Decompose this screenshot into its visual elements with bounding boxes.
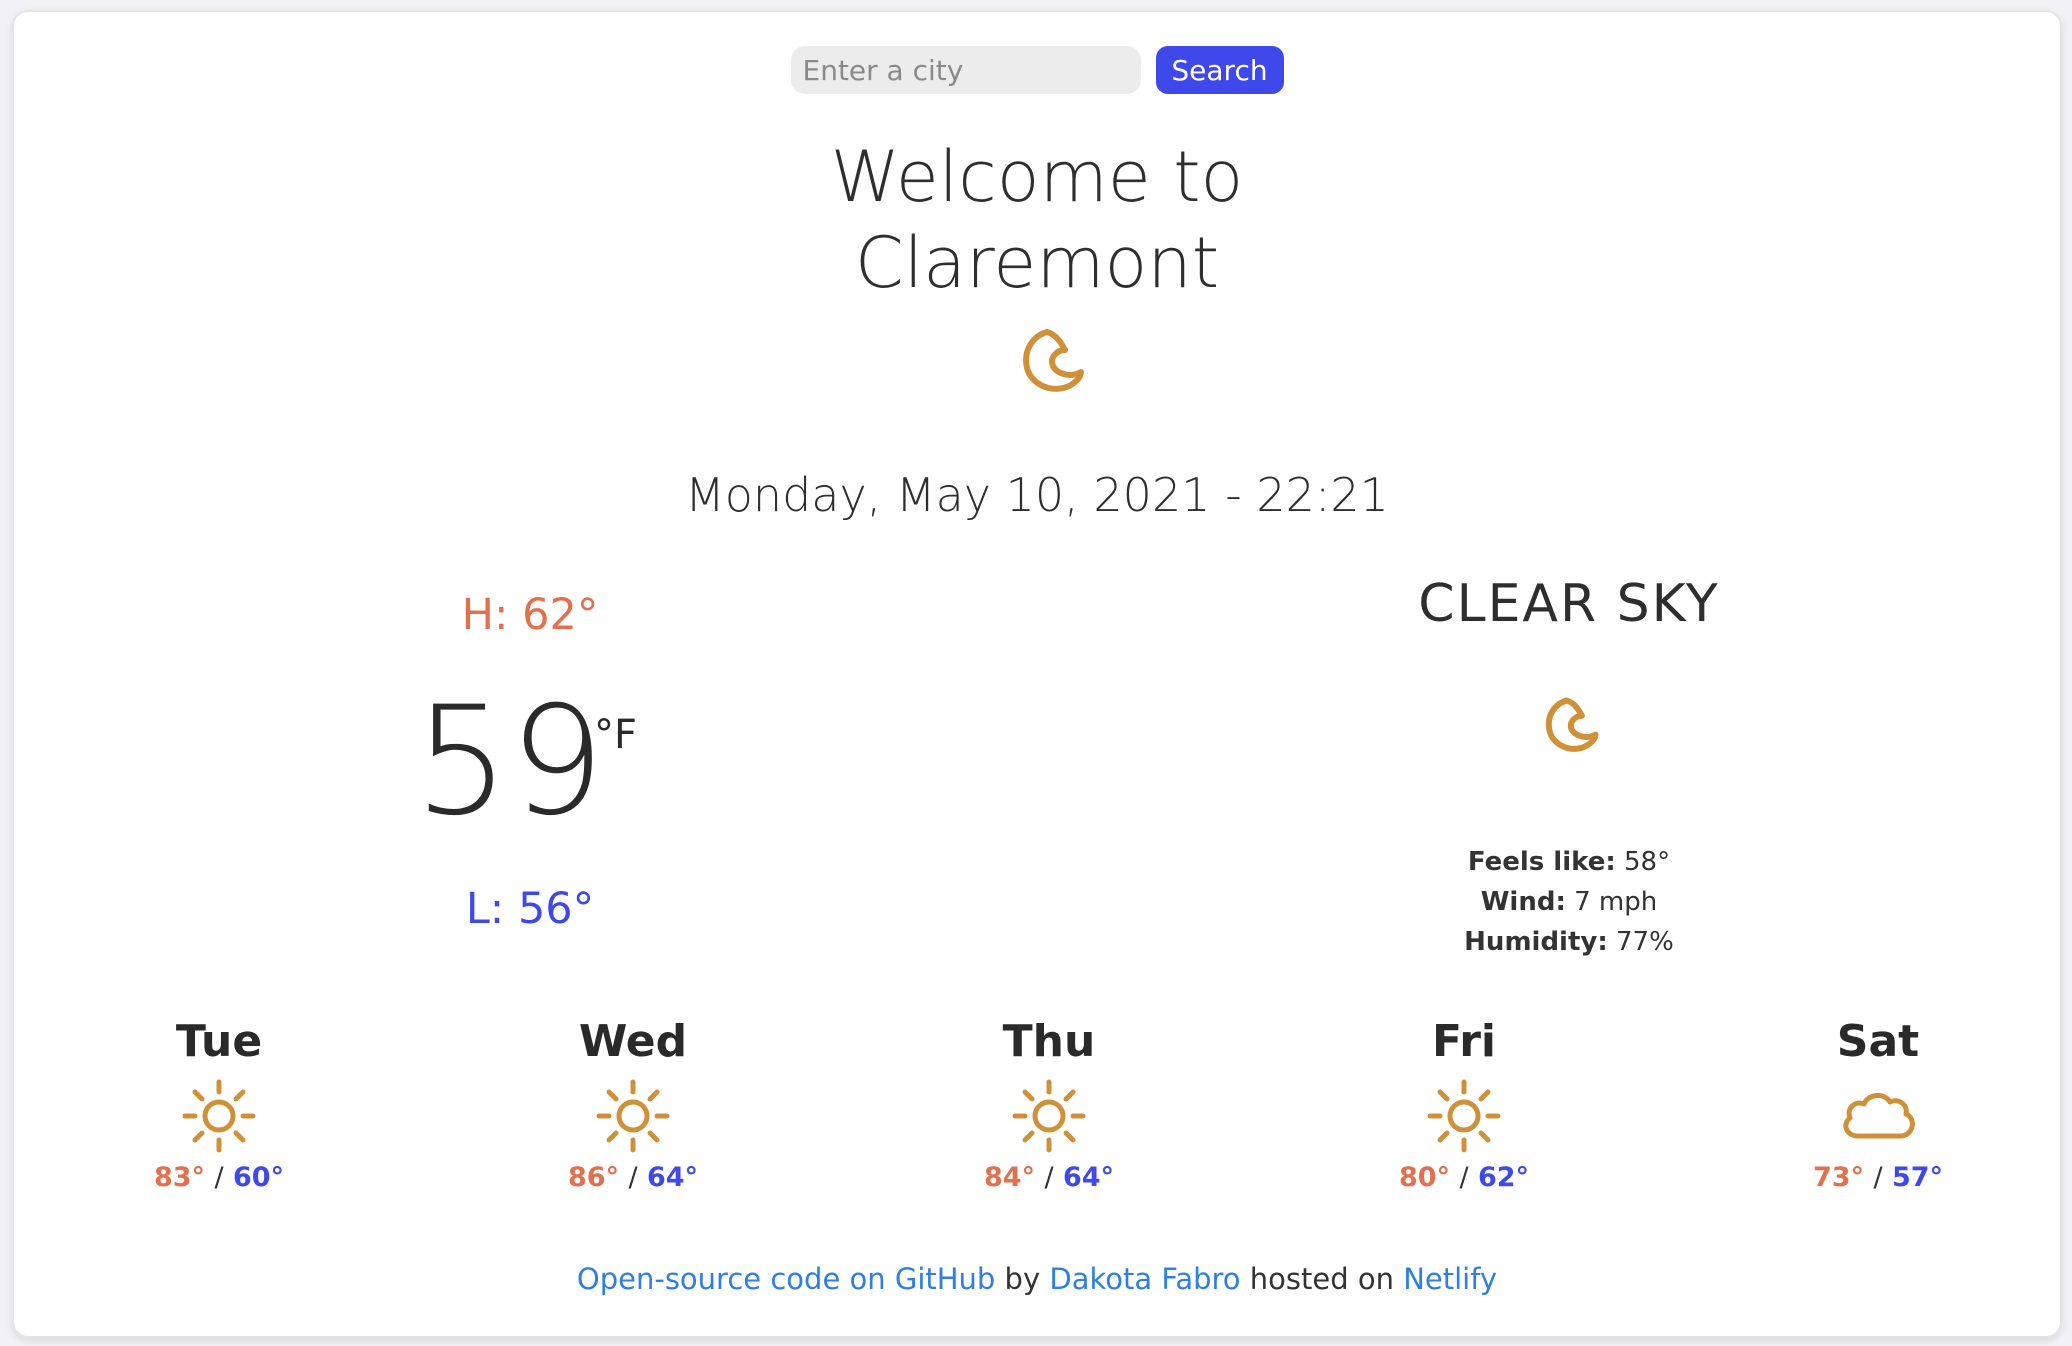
temperature-value: 59 (414, 675, 605, 849)
wind-row: Wind: 7 mph (1369, 882, 1769, 922)
forecast-temps: 73° / 57° (1778, 1162, 1978, 1193)
wind-label: Wind: (1480, 887, 1566, 917)
forecast-day: Fri 80° / 62° (1364, 1012, 1564, 1193)
weather-description: CLEAR SKY (1418, 574, 1720, 634)
forecast-temps: 86° / 64° (533, 1162, 733, 1193)
welcome-line: Welcome to (830, 136, 1244, 218)
forecast-separator: / (1873, 1162, 1883, 1193)
forecast-temps: 80° / 62° (1364, 1162, 1564, 1193)
forecast-high: 86° (567, 1162, 620, 1193)
sun-icon (182, 1079, 256, 1153)
footer-text-hosted: hosted on (1240, 1262, 1404, 1296)
moon-icon (1545, 697, 1599, 752)
forecast-day-name: Tue (175, 1016, 263, 1067)
feels-like-value: 58° (1624, 847, 1671, 877)
forecast-high: 84° (983, 1162, 1036, 1193)
forecast-day: Wed 86° / 64° (533, 1012, 733, 1193)
search-button[interactable]: Search (1155, 46, 1284, 94)
weather-details: Feels like: 58° Wind: 7 mph Humidity: 77… (1369, 842, 1769, 962)
high-temperature: H: 62° (461, 590, 599, 640)
humidity-row: Humidity: 77% (1369, 922, 1769, 962)
forecast-day: Thu 84° / 64° (949, 1012, 1149, 1193)
city-name: Claremont (854, 222, 1220, 304)
forecast-day: Sat 73° / 57° (1778, 1012, 1978, 1193)
forecast-day-name: Wed (578, 1016, 688, 1067)
search-form: Search (14, 46, 2060, 94)
forecast-separator: / (1459, 1162, 1469, 1193)
forecast-low: 62° (1477, 1162, 1530, 1193)
forecast-day-name: Thu (1002, 1016, 1096, 1067)
forecast-low: 60° (232, 1162, 285, 1193)
humidity-value: 77% (1616, 927, 1674, 957)
low-temperature: L: 56° (465, 884, 595, 934)
forecast-day-name: Sat (1836, 1016, 1920, 1067)
forecast-temps: 83° / 60° (119, 1162, 319, 1193)
cloud-icon (1843, 1093, 1915, 1139)
forecast-temps: 84° / 64° (949, 1162, 1149, 1193)
author-link[interactable]: Dakota Fabro (1049, 1262, 1240, 1296)
forecast-low: 64° (1062, 1162, 1115, 1193)
moon-icon (1023, 329, 1084, 392)
footer-text-by: by (995, 1262, 1050, 1296)
forecast-low: 57° (1891, 1162, 1944, 1193)
github-link[interactable]: Open-source code on GitHub (577, 1262, 995, 1296)
forecast-separator: / (628, 1162, 638, 1193)
feels-like-row: Feels like: 58° (1369, 842, 1769, 882)
footer: Open-source code on GitHub by Dakota Fab… (14, 1262, 2060, 1296)
wind-value: 7 mph (1574, 887, 1658, 917)
weather-card: Search Welcome to Claremont Monday, May … (12, 10, 2062, 1338)
humidity-label: Humidity: (1464, 927, 1608, 957)
forecast-high: 73° (1812, 1162, 1865, 1193)
forecast-high: 83° (153, 1162, 206, 1193)
forecast-day: Tue 83° / 60° (119, 1012, 319, 1193)
search-input[interactable] (790, 46, 1141, 94)
forecast-low: 64° (646, 1162, 699, 1193)
forecast-day-name: Fri (1431, 1016, 1497, 1067)
forecast-separator: / (1044, 1162, 1054, 1193)
forecast-high: 80° (1398, 1162, 1451, 1193)
netlify-link[interactable]: Netlify (1403, 1262, 1497, 1296)
sun-icon (1427, 1079, 1501, 1153)
current-datetime: Monday, May 10, 2021 - 22:21 (685, 468, 1389, 522)
forecast-separator: / (214, 1162, 224, 1193)
page-title: Welcome to Claremont (14, 134, 2060, 306)
sun-icon (1012, 1079, 1086, 1153)
forecast: Tue 83° / 60° Wed 86° / 64° Thu 84° / 64… (14, 1012, 2060, 1212)
temperature-unit: °F (594, 712, 638, 758)
sun-icon (596, 1079, 670, 1153)
current-temperature: 59 °F (414, 682, 654, 842)
feels-like-label: Feels like: (1467, 847, 1616, 877)
